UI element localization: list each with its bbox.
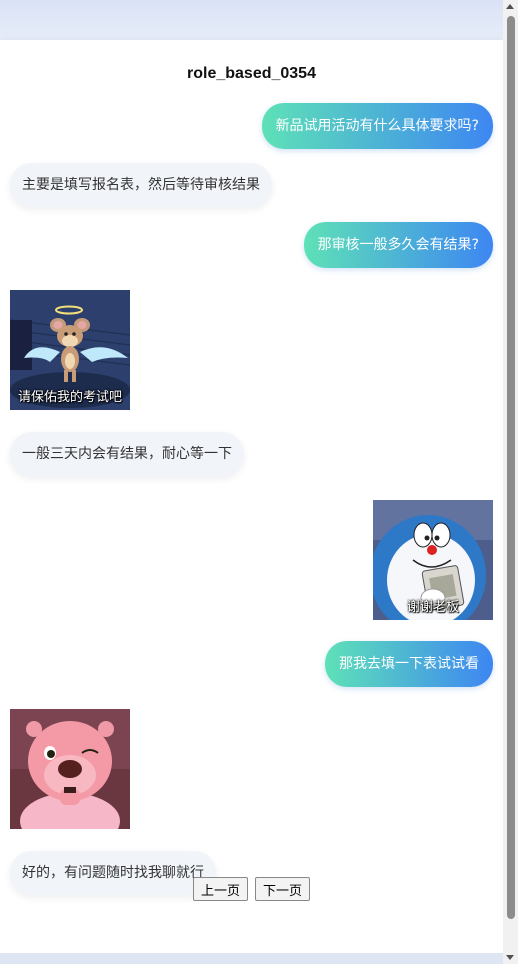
sticker-caption: 谢谢老板 [406,600,459,615]
next-page-button[interactable]: 下一页 [255,877,311,901]
message-outgoing: 那审核一般多久会有结果? [303,222,493,268]
vertical-scrollbar[interactable] [503,0,518,964]
message-incoming: 主要是填写报名表，然后等待审核结果 [10,163,272,207]
pagination: 上一页 下一页 [0,877,503,901]
message-outgoing: 那我去填一下表试试看 [325,641,493,687]
scroll-down-arrow-icon[interactable] [506,955,514,960]
top-band [0,0,503,40]
message-incoming: 一般三天内会有结果，耐心等一下 [10,432,244,476]
scroll-thumb[interactable] [507,16,515,919]
scroll-up-arrow-icon[interactable] [506,4,514,9]
message-outgoing: 新品试用活动有什么具体要求吗? [261,103,493,149]
bottom-band [0,953,503,964]
prev-page-button[interactable]: 上一页 [192,877,248,901]
sticker-caption: 请保佑我的考试吧 [17,390,122,405]
sticker-angel-mouse: 请保佑我的考试吧 [10,290,130,410]
chat-panel: role_based_0354 新品试用活动有什么具体要求吗? 主要是填写报名表… [0,40,503,953]
chat-title: role_based_0354 [187,65,316,82]
sticker-pink-beaver-wink [10,709,130,829]
sticker-cat-robot: 谢谢老板 [373,500,493,620]
